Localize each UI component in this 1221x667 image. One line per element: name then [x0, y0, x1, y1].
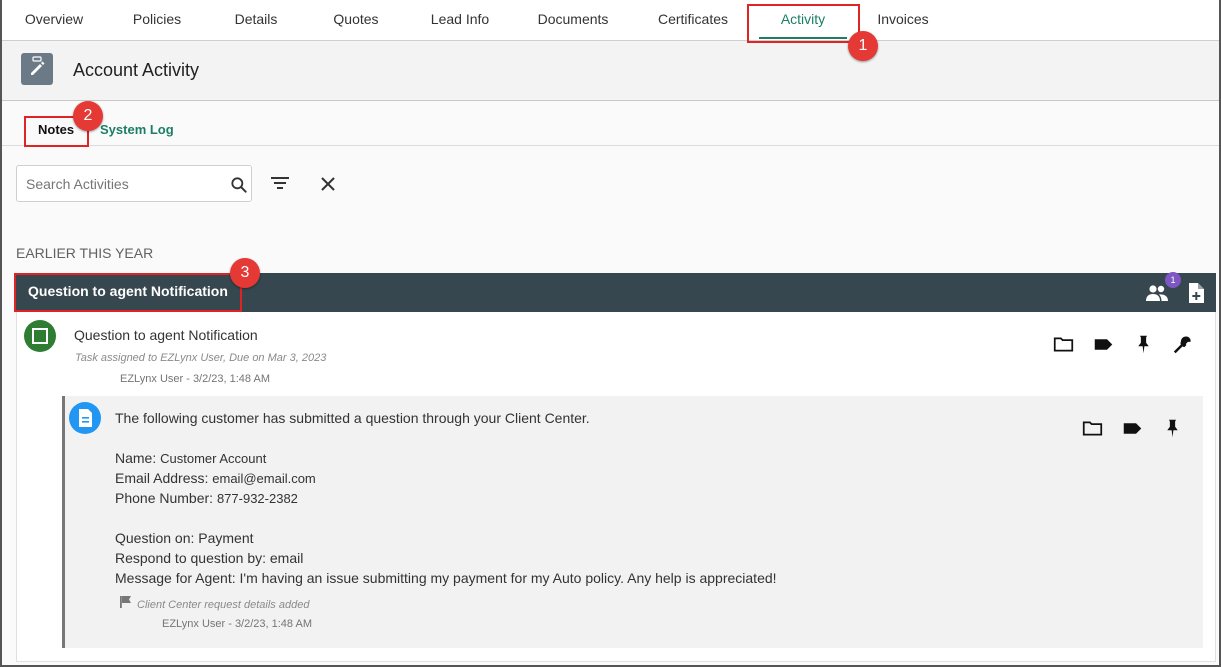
activity-group-title: Question to agent Notification — [28, 283, 228, 299]
note-message: Message for Agent: I'm having an issue s… — [115, 570, 777, 586]
tab-lead-info[interactable]: Lead Info — [418, 0, 502, 40]
search-box — [16, 165, 252, 202]
note-intro: The following customer has submitted a q… — [115, 410, 590, 426]
note-phone-value: 877-932-2382 — [216, 491, 298, 506]
tab-certificates[interactable]: Certificates — [644, 0, 742, 40]
note-email-label: Email Address: — [115, 470, 209, 486]
note-flag-row: Client Center request details added — [119, 595, 309, 614]
note-email-value: email@email.com — [212, 471, 316, 486]
note-author: EZLynx User - 3/2/23, 1:48 AM — [162, 618, 312, 630]
task-author: EZLynx User - 3/2/23, 1:48 AM — [120, 373, 270, 385]
task-meta: Task assigned to EZLynx User, Due on Mar… — [75, 352, 327, 364]
tab-quotes[interactable]: Quotes — [320, 0, 392, 40]
task-checkbox-icon[interactable] — [24, 320, 56, 352]
folder-icon[interactable] — [1053, 334, 1074, 355]
search-input[interactable] — [26, 175, 206, 193]
task-title: Question to agent Notification — [74, 327, 258, 343]
activity-group-header[interactable]: Question to agent Notification 1 — [16, 272, 1216, 312]
note-actions — [1082, 418, 1183, 439]
filter-icon[interactable] — [269, 173, 291, 198]
note-phone-label: Phone Number: — [115, 490, 214, 506]
tab-overview[interactable]: Overview — [10, 0, 98, 40]
note-email-line: Email Address: email@email.com — [115, 470, 316, 486]
page-title: Account Activity — [73, 60, 200, 80]
tag-icon[interactable] — [1093, 334, 1114, 355]
page-header: Account Activity — [2, 41, 1219, 101]
note-flag-text: Client Center request details added — [137, 598, 310, 611]
sub-tab-bar: Notes System Log — [2, 102, 1219, 146]
tag-icon[interactable] — [1122, 418, 1143, 439]
callout-number-3: 3 — [230, 258, 260, 288]
tab-invoices[interactable]: Invoices — [866, 0, 940, 40]
note-respond-by: Respond to question by: email — [115, 550, 304, 566]
pin-icon[interactable] — [1162, 418, 1183, 439]
task-actions — [1053, 334, 1194, 355]
document-icon — [69, 402, 101, 434]
wrench-icon[interactable] — [1173, 334, 1194, 355]
tab-system-log[interactable]: System Log — [100, 122, 174, 137]
active-tab-underline — [759, 37, 847, 39]
tab-notes[interactable]: Notes — [38, 122, 74, 137]
close-icon[interactable] — [319, 175, 337, 198]
callout-number-2: 2 — [73, 101, 103, 131]
folder-icon[interactable] — [1082, 418, 1103, 439]
tab-activity-label: Activity — [780, 11, 826, 27]
note-name-label: Name: — [115, 450, 157, 466]
note-name-line: Name: Customer Account — [115, 450, 266, 466]
tab-policies[interactable]: Policies — [116, 0, 198, 40]
edit-clipboard-icon — [21, 53, 53, 85]
search-icon[interactable] — [229, 175, 249, 200]
activity-body: Question to agent Notification Task assi… — [16, 312, 1216, 662]
tab-details[interactable]: Details — [220, 0, 292, 40]
callout-number-1: 1 — [848, 31, 878, 61]
people-icon[interactable] — [1145, 283, 1169, 308]
add-document-icon[interactable] — [1187, 282, 1205, 309]
top-tab-bar: Overview Policies Details Quotes Lead In… — [2, 0, 1219, 41]
note-name-value: Customer Account — [160, 451, 267, 466]
section-label: EARLIER THIS YEAR — [16, 245, 154, 261]
flag-icon — [119, 595, 133, 614]
tab-activity[interactable]: Activity — [753, 0, 853, 40]
note-question-on: Question on: Payment — [115, 530, 254, 546]
people-count-badge: 1 — [1165, 272, 1181, 288]
note-card: The following customer has submitted a q… — [62, 396, 1203, 648]
note-phone-line: Phone Number: 877-932-2382 — [115, 490, 298, 506]
tab-documents[interactable]: Documents — [524, 0, 622, 40]
pin-icon[interactable] — [1133, 334, 1154, 355]
app-frame: Overview Policies Details Quotes Lead In… — [0, 0, 1221, 667]
